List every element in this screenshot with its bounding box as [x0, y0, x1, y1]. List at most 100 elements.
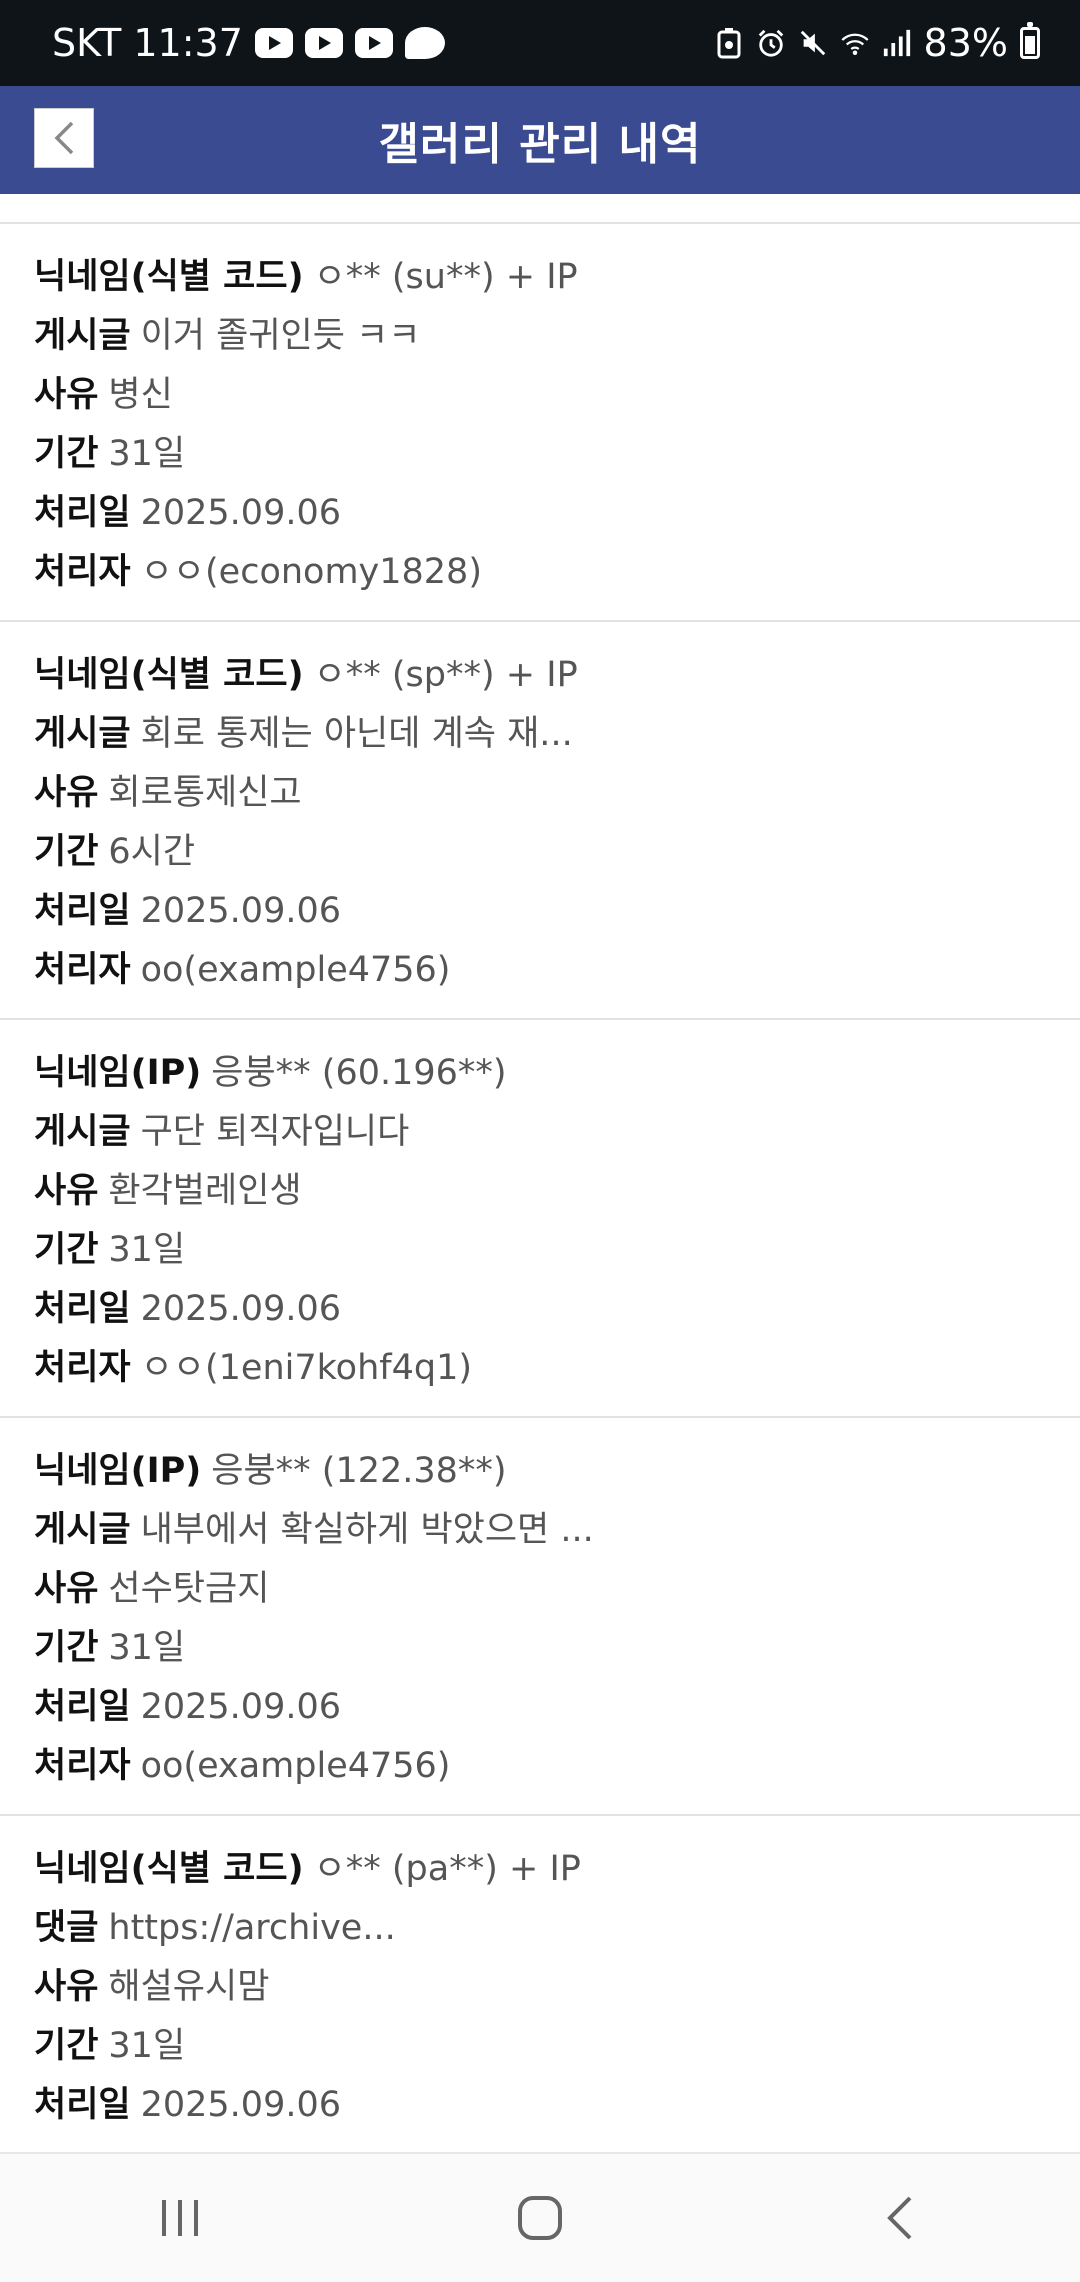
entry-field-row: 사유 회로통제신고: [34, 764, 1046, 823]
field-value: 응붕** (122.38**): [211, 1451, 507, 1491]
home-button[interactable]: [480, 2168, 600, 2268]
status-bar-left: SKT 11:37: [52, 21, 445, 65]
signal-icon: [882, 28, 912, 58]
entry-field-row: 처리자 oo(example4756): [34, 941, 1046, 1000]
field-value: oo(example4756): [140, 950, 451, 990]
field-value: 31일: [108, 1628, 186, 1668]
battery-percent: 83%: [923, 21, 1008, 65]
entry-field-row: 기간 31일: [34, 1221, 1046, 1280]
history-entry: 닉네임(식별 코드) ㅇ** (su**) + IP 게시글 이거 졸귀인듯 ㅋㅋ 사유…: [0, 222, 1080, 620]
field-value: ㅇ** (su**) + IP: [313, 257, 578, 297]
status-bar: SKT 11:37 83%: [0, 0, 1080, 86]
management-history-list: 닉네임(식별 코드) ㅇ** (su**) + IP 게시글 이거 졸귀인듯 ㅋㅋ 사유…: [0, 222, 1080, 2212]
field-value: 해설유시맘: [108, 1967, 270, 2007]
field-value: ㅇ** (sp**) + IP: [313, 655, 578, 695]
field-value: 내부에서 확실하게 박았으면 ...: [140, 1510, 594, 1550]
entry-field-row: 기간 31일: [34, 425, 1046, 484]
field-label: 사유: [34, 375, 99, 415]
recent-apps-button[interactable]: [120, 2168, 240, 2268]
history-entry: 닉네임(식별 코드) ㅇ** (sp**) + IP 게시글 회로 통제는 아닌데 계…: [0, 620, 1080, 1018]
field-label: 처리자: [34, 950, 131, 990]
field-value: 병신: [108, 375, 173, 415]
battery-saver-icon: [714, 28, 744, 59]
entry-field-row: 게시글 회로 통제는 아닌데 계속 재...: [34, 705, 1046, 764]
field-label: 기간: [34, 2026, 99, 2066]
page-title: 갤러리 관리 내역: [378, 119, 702, 170]
field-value: 응붕** (60.196**): [211, 1053, 507, 1093]
navigation-bar: [0, 2152, 1080, 2282]
youtube-icon: [254, 28, 293, 58]
chevron-left-icon: [54, 121, 74, 155]
field-value: 선수탓금지: [108, 1569, 270, 1609]
wifi-icon: [840, 28, 870, 58]
entry-field-row: 게시글 구단 퇴직자입니다: [34, 1103, 1046, 1162]
field-value: https://archive...: [108, 1908, 396, 1948]
field-value: 2025.09.06: [140, 1687, 342, 1727]
field-label: 닉네임(식별 코드): [34, 655, 304, 695]
field-value: 6시간: [108, 832, 196, 872]
battery-icon: [1020, 22, 1040, 59]
field-label: 닉네임(식별 코드): [34, 1849, 304, 1889]
field-label: 기간: [34, 1628, 99, 1668]
entry-field-row: 닉네임(IP) 응붕** (122.38**): [34, 1442, 1046, 1501]
history-entry: 닉네임(IP) 응붕** (122.38**) 게시글 내부에서 확실하게 박았으면 …: [0, 1416, 1080, 1814]
entry-field-row: 처리일 2025.09.06: [34, 882, 1046, 941]
entry-field-row: 기간 31일: [34, 2017, 1046, 2076]
field-value: 구단 퇴직자입니다: [140, 1112, 410, 1152]
entry-field-row: 사유 해설유시맘: [34, 1958, 1046, 2017]
field-value: oo(example4756): [140, 1746, 451, 1786]
youtube-icon: [304, 28, 343, 58]
field-label: 처리자: [34, 1746, 131, 1786]
field-value: 31일: [108, 1230, 186, 1270]
entry-field-row: 사유 병신: [34, 366, 1046, 425]
field-label: 처리일: [34, 1687, 131, 1727]
history-entry: 닉네임(IP) 응붕** (60.196**) 게시글 구단 퇴직자입니다사유 환각벌레…: [0, 1018, 1080, 1416]
field-label: 사유: [34, 1171, 99, 1211]
entry-field-row: 게시글 내부에서 확실하게 박았으면 ...: [34, 1501, 1046, 1560]
back-icon: [887, 2196, 912, 2240]
nav-back-button[interactable]: [840, 2168, 960, 2268]
entry-field-row: 닉네임(식별 코드) ㅇ** (pa**) + IP: [34, 1840, 1046, 1899]
field-label: 처리일: [34, 2085, 131, 2125]
field-value: 2025.09.06: [140, 2085, 342, 2125]
entry-field-row: 처리자 oo(example4756): [34, 1737, 1046, 1796]
status-bar-right: 83%: [714, 21, 1040, 65]
field-label: 처리일: [34, 891, 131, 931]
cloud-icon: [404, 27, 445, 59]
field-value: ㅇ** (pa**) + IP: [313, 1849, 581, 1889]
mute-icon: [798, 28, 828, 58]
recent-apps-icon: [162, 2200, 198, 2236]
field-label: 사유: [34, 1967, 99, 2007]
field-label: 처리일: [34, 1289, 131, 1329]
entry-field-row: 처리일 2025.09.06: [34, 2076, 1046, 2135]
field-label: 댓글: [34, 1908, 99, 1948]
youtube-icon: [354, 28, 393, 58]
entry-field-row: 처리자 ㅇㅇ(1eni7kohf4q1): [34, 1339, 1046, 1398]
battery-level-fill: [1025, 36, 1035, 54]
field-label: 닉네임(식별 코드): [34, 257, 304, 297]
field-label: 처리자: [34, 1348, 131, 1388]
field-value: 환각벌레인생: [108, 1171, 302, 1211]
field-label: 닉네임(IP): [34, 1451, 202, 1491]
alarm-icon: [756, 28, 786, 58]
entry-field-row: 닉네임(식별 코드) ㅇ** (su**) + IP: [34, 248, 1046, 307]
field-label: 닉네임(IP): [34, 1053, 202, 1093]
field-label: 기간: [34, 1230, 99, 1270]
field-value: ㅇㅇ(1eni7kohf4q1): [140, 1348, 472, 1388]
entry-field-row: 처리자 ㅇㅇ(economy1828): [34, 543, 1046, 602]
field-value: 31일: [108, 2026, 186, 2066]
entry-field-row: 사유 선수탓금지: [34, 1560, 1046, 1619]
field-label: 기간: [34, 434, 99, 474]
field-label: 게시글: [34, 714, 131, 754]
entry-field-row: 게시글 이거 졸귀인듯 ㅋㅋ: [34, 307, 1046, 366]
field-label: 게시글: [34, 1112, 131, 1152]
field-value: 회로통제신고: [108, 773, 302, 813]
field-label: 처리자: [34, 552, 131, 592]
entry-field-row: 처리일 2025.09.06: [34, 1678, 1046, 1737]
field-value: 2025.09.06: [140, 891, 342, 931]
field-value: 31일: [108, 434, 186, 474]
back-button[interactable]: [34, 108, 94, 168]
field-label: 게시글: [34, 316, 131, 356]
field-value: 2025.09.06: [140, 493, 342, 533]
field-label: 처리일: [34, 493, 131, 533]
